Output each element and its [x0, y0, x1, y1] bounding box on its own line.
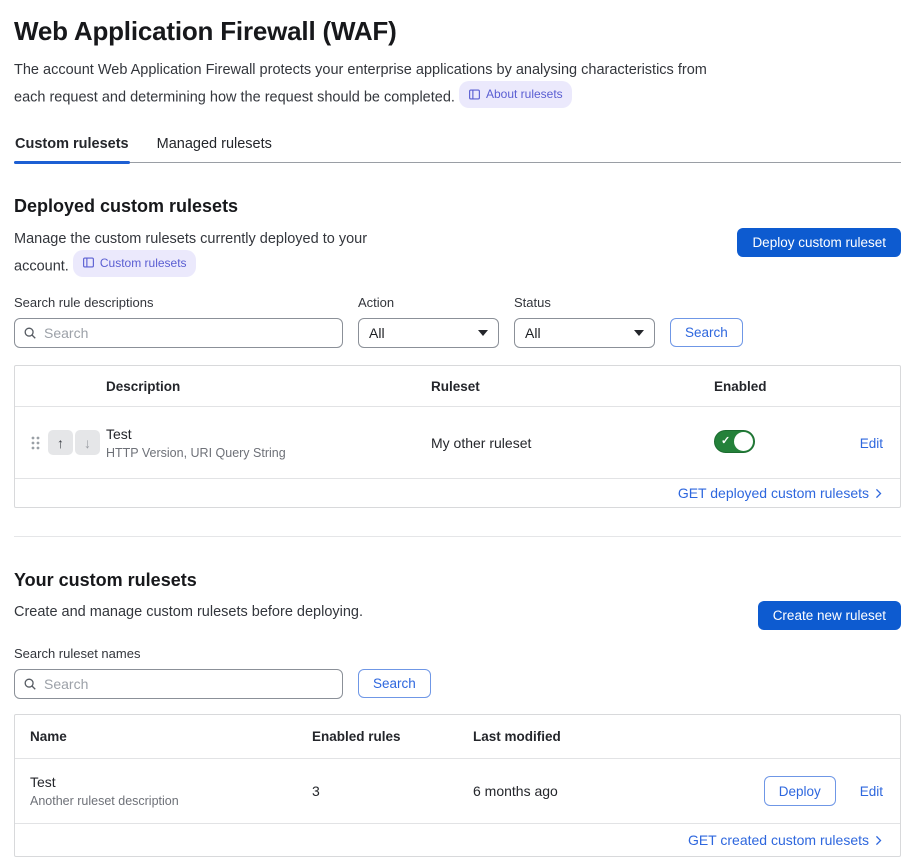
ruleset-names-search-input[interactable]: [14, 669, 343, 699]
rule-description: Test: [106, 426, 431, 442]
action-label: Action: [358, 295, 499, 310]
section-divider: [14, 536, 901, 537]
page: Web Application Firewall (WAF) The accou…: [0, 16, 915, 857]
enabled-toggle[interactable]: ✓: [714, 430, 755, 453]
custom-rulesets-badge-label: Custom rulesets: [100, 252, 187, 274]
status-select-value: All: [525, 325, 541, 341]
page-title: Web Application Firewall (WAF): [14, 16, 901, 47]
column-enabled: Enabled: [714, 379, 841, 394]
create-new-ruleset-button[interactable]: Create new ruleset: [758, 601, 901, 630]
rule-description-sub: HTTP Version, URI Query String: [106, 446, 431, 460]
check-icon: ✓: [721, 434, 730, 447]
table-footer: GET created custom rulesets: [15, 823, 900, 856]
deployed-rulesets-table: Description Ruleset Enabled ↑ ↓ Test HT: [14, 365, 901, 508]
ruleset-name: Test: [30, 774, 312, 790]
edit-link[interactable]: Edit: [860, 784, 883, 799]
get-deployed-custom-rulesets-link[interactable]: GET deployed custom rulesets: [678, 485, 884, 501]
column-description: Description: [106, 379, 431, 394]
deploy-custom-ruleset-button[interactable]: Deploy custom ruleset: [737, 228, 901, 257]
ruleset-name-sub: Another ruleset description: [30, 794, 312, 808]
intro-text: The account Web Application Firewall pro…: [14, 62, 707, 106]
chevron-right-icon: [873, 835, 884, 846]
status-select[interactable]: All: [514, 318, 655, 348]
rulesets-search-button[interactable]: Search: [358, 669, 431, 698]
arrow-up-icon: ↑: [57, 435, 64, 451]
chevron-down-icon: [634, 330, 644, 336]
get-deployed-link-label: GET deployed custom rulesets: [678, 485, 869, 501]
column-last-modified: Last modified: [473, 729, 698, 744]
column-enabled-rules: Enabled rules: [312, 729, 473, 744]
your-rulesets-table: Name Enabled rules Last modified Test An…: [14, 714, 901, 857]
page-intro: The account Web Application Firewall pro…: [14, 59, 719, 109]
toggle-knob: [734, 432, 753, 451]
tab-managed-rulesets[interactable]: Managed rulesets: [156, 136, 273, 162]
table-header: Name Enabled rules Last modified: [15, 715, 900, 759]
rule-ruleset: My other ruleset: [431, 435, 714, 451]
chevron-right-icon: [873, 488, 884, 499]
deploy-button[interactable]: Deploy: [764, 776, 836, 806]
about-rulesets-label: About rulesets: [486, 83, 563, 105]
column-ruleset: Ruleset: [431, 379, 714, 394]
status-label: Status: [514, 295, 655, 310]
table-row: ↑ ↓ Test HTTP Version, URI Query String …: [15, 407, 900, 478]
table-footer: GET deployed custom rulesets: [15, 478, 900, 507]
search-icon: [23, 677, 37, 691]
action-select-value: All: [369, 325, 385, 341]
edit-link[interactable]: Edit: [860, 436, 883, 451]
action-select[interactable]: All: [358, 318, 499, 348]
deployed-section-description: Manage the custom rulesets currently dep…: [14, 228, 399, 278]
drag-dots-icon: [30, 434, 41, 452]
rules-search-button[interactable]: Search: [670, 318, 743, 347]
book-icon: [82, 256, 95, 269]
tab-bar: Custom rulesets Managed rulesets: [14, 136, 901, 163]
ruleset-last-modified: 6 months ago: [473, 783, 698, 799]
chevron-down-icon: [478, 330, 488, 336]
deployed-section-title: Deployed custom rulesets: [14, 196, 901, 217]
search-ruleset-names-label: Search ruleset names: [14, 646, 343, 661]
column-name: Name: [15, 729, 312, 744]
search-icon: [23, 326, 37, 340]
about-rulesets-badge[interactable]: About rulesets: [459, 81, 572, 108]
table-row: Test Another ruleset description 3 6 mon…: [15, 759, 900, 823]
your-rulesets-description: Create and manage custom rulesets before…: [14, 601, 363, 623]
move-up-button[interactable]: ↑: [48, 430, 73, 455]
deployed-filters: Search rule descriptions Action All Stat…: [14, 295, 901, 348]
table-header: Description Ruleset Enabled: [15, 366, 900, 407]
search-rule-descriptions-label: Search rule descriptions: [14, 295, 343, 310]
ruleset-enabled-rules: 3: [312, 783, 473, 799]
your-rulesets-title: Your custom rulesets: [14, 570, 901, 591]
get-created-link-label: GET created custom rulesets: [688, 832, 869, 848]
your-rulesets-section: Your custom rulesets Create and manage c…: [14, 570, 901, 630]
deployed-section: Deployed custom rulesets Manage the cust…: [14, 196, 901, 278]
custom-rulesets-badge[interactable]: Custom rulesets: [73, 250, 196, 277]
tab-custom-rulesets[interactable]: Custom rulesets: [14, 136, 130, 162]
get-created-custom-rulesets-link[interactable]: GET created custom rulesets: [688, 832, 884, 848]
move-down-button[interactable]: ↓: [75, 430, 100, 455]
arrow-down-icon: ↓: [84, 435, 91, 451]
book-icon: [468, 88, 481, 101]
rule-descriptions-search-input[interactable]: [14, 318, 343, 348]
drag-handle[interactable]: [30, 434, 41, 452]
your-rulesets-filters: Search ruleset names Search: [14, 646, 901, 699]
